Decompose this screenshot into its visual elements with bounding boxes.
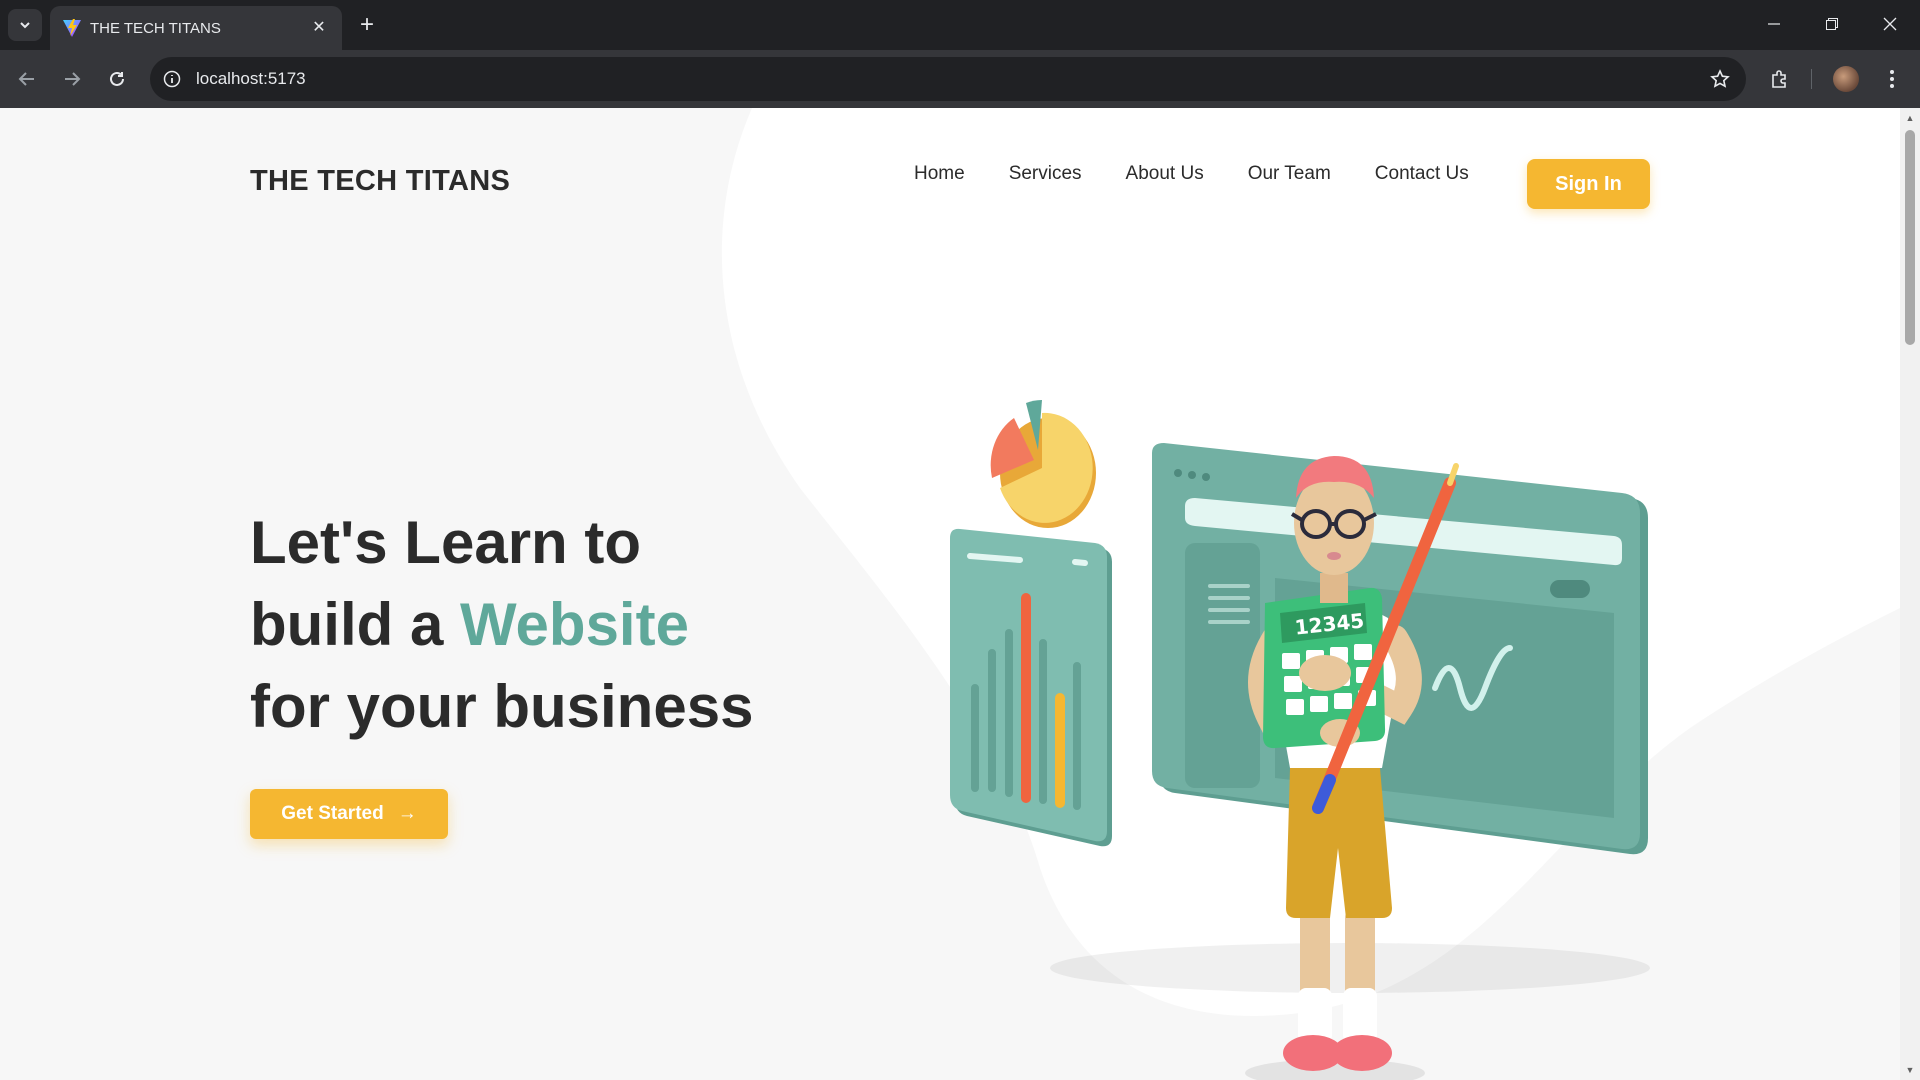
bar-chart-card-graphic (950, 528, 1112, 847)
bookmark-star-icon[interactable] (1708, 67, 1732, 91)
chevron-down-icon (20, 22, 30, 29)
url-text[interactable]: localhost:5173 (196, 69, 306, 89)
arrow-right-icon (65, 72, 81, 86)
scroll-down-icon[interactable]: ▼ (1904, 1064, 1916, 1076)
kebab-menu-icon (1890, 70, 1894, 88)
site-info-icon[interactable] (160, 67, 184, 91)
nav-services[interactable]: Services (1009, 159, 1082, 189)
puzzle-icon (1772, 70, 1786, 88)
hero-line-2-prefix: build a (250, 591, 460, 658)
forward-button[interactable] (54, 61, 90, 97)
browser-menu-button[interactable] (1874, 61, 1910, 97)
tab-title: THE TECH TITANS (90, 20, 221, 37)
arrow-left-icon (18, 72, 34, 86)
restore-button[interactable] (1804, 0, 1860, 48)
hero-heading: Let's Learn to build a Website for your … (250, 502, 753, 748)
back-button[interactable] (9, 61, 45, 97)
new-tab-button[interactable]: + (352, 10, 382, 40)
site-logo[interactable]: THE TECH TITANS (250, 165, 510, 198)
hero-line-3: for your business (250, 673, 754, 740)
page-viewport: THE TECH TITANS Home Services About Us O… (0, 108, 1900, 1080)
main-nav: Home Services About Us Our Team Contact … (914, 159, 1513, 189)
get-started-label: Get Started (281, 803, 384, 824)
nav-contact-us[interactable]: Contact Us (1375, 159, 1469, 189)
reload-icon (110, 71, 124, 86)
browser-tab-active[interactable]: THE TECH TITANS ✕ (50, 6, 342, 50)
scrollbar-thumb[interactable] (1905, 130, 1915, 345)
restore-icon (1826, 18, 1838, 30)
nav-our-team[interactable]: Our Team (1248, 159, 1331, 189)
vite-logo-icon (63, 19, 81, 37)
hero-illustration: 12345 (950, 399, 1650, 1080)
address-bar[interactable]: localhost:5173 (150, 57, 1746, 101)
tab-search-button[interactable] (8, 9, 42, 41)
extensions-button[interactable] (1762, 61, 1798, 97)
scroll-up-icon[interactable]: ▲ (1904, 112, 1916, 124)
close-tab-icon[interactable]: ✕ (308, 16, 330, 38)
browser-toolbar: localhost:5173 (0, 50, 1920, 108)
nav-about-us[interactable]: About Us (1126, 159, 1204, 189)
browser-tab-bar: THE TECH TITANS ✕ + (0, 0, 1920, 50)
pie-chart-graphic (990, 399, 1096, 528)
sign-in-button[interactable]: Sign In (1527, 159, 1650, 209)
minimize-icon (1768, 23, 1780, 25)
close-icon (1883, 17, 1897, 31)
get-started-button[interactable]: Get Started → (250, 789, 448, 839)
reload-button[interactable] (99, 61, 135, 97)
arrow-right-icon: → (397, 803, 417, 824)
minimize-button[interactable] (1746, 0, 1802, 48)
toolbar-divider (1811, 69, 1812, 89)
profile-avatar[interactable] (1833, 66, 1859, 92)
nav-home[interactable]: Home (914, 159, 965, 189)
hero-line-1: Let's Learn to (250, 509, 641, 576)
page-scrollbar[interactable]: ▲ ▼ (1900, 108, 1920, 1080)
close-window-button[interactable] (1862, 0, 1918, 48)
hero-accent-word: Website (460, 591, 689, 658)
